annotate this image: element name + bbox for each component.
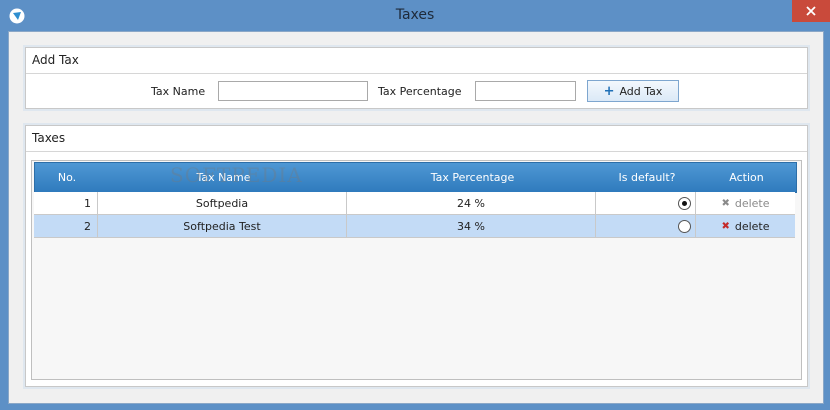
tax-percentage-label: Tax Percentage [378,85,462,98]
is-default-cell [596,192,696,214]
taxes-grid: No. Tax Name Tax Percentage Is default? … [31,160,802,380]
delete-x-icon: ✖ [721,220,730,232]
action-cell: ✖ delete [696,215,795,237]
row-number: 1 [34,192,98,214]
row-number: 2 [34,215,98,237]
close-icon [806,6,816,16]
tax-name-input[interactable] [218,81,368,101]
grid-header: No. Tax Name Tax Percentage Is default? … [34,162,797,193]
taxes-window: Taxes Add Tax Tax Name Tax Percentage + … [0,0,830,410]
plus-icon: + [603,83,615,99]
tax-name-cell: Softpedia [98,192,347,214]
add-tax-header: Add Tax [26,48,807,74]
delete-link[interactable]: ✖ delete [721,197,769,210]
tax-name-label: Tax Name [151,85,206,98]
client-area: Add Tax Tax Name Tax Percentage + Add Ta… [8,31,824,404]
delete-x-icon: ✖ [721,197,730,209]
default-radio[interactable] [678,219,691,233]
tax-percentage-input[interactable] [475,81,576,101]
tax-percentage-cell: 34 % [347,215,596,237]
taxes-panel: Taxes No. Tax Name Tax Percentage Is def… [25,125,808,387]
add-tax-form: Tax Name Tax Percentage + Add Tax [26,80,807,103]
tax-name-cell: Softpedia Test [98,215,347,237]
table-row[interactable]: 1 Softpedia 24 % ✖ delete [34,192,795,215]
window-title: Taxes [395,7,435,23]
add-tax-panel: Add Tax Tax Name Tax Percentage + Add Ta… [25,47,808,109]
column-header-action[interactable]: Action [697,163,796,192]
default-radio[interactable] [678,196,691,210]
add-tax-button-label: Add Tax [619,84,663,98]
column-header-tax-name[interactable]: Tax Name [99,163,348,192]
delete-link[interactable]: ✖ delete [721,220,769,233]
is-default-cell [596,215,696,237]
action-cell: ✖ delete [696,192,795,214]
add-tax-button[interactable]: + Add Tax [587,80,679,102]
column-header-is-default[interactable]: Is default? [597,163,697,192]
delete-label: delete [734,219,770,233]
delete-label: delete [734,196,770,210]
tax-percentage-cell: 24 % [347,192,596,214]
column-header-tax-percentage[interactable]: Tax Percentage [348,163,597,192]
table-row[interactable]: 2 Softpedia Test 34 % ✖ delete [34,215,795,238]
title-bar[interactable]: Taxes [0,0,830,30]
column-header-no[interactable]: No. [35,163,99,192]
close-button[interactable] [792,0,830,22]
taxes-header: Taxes [26,126,807,152]
